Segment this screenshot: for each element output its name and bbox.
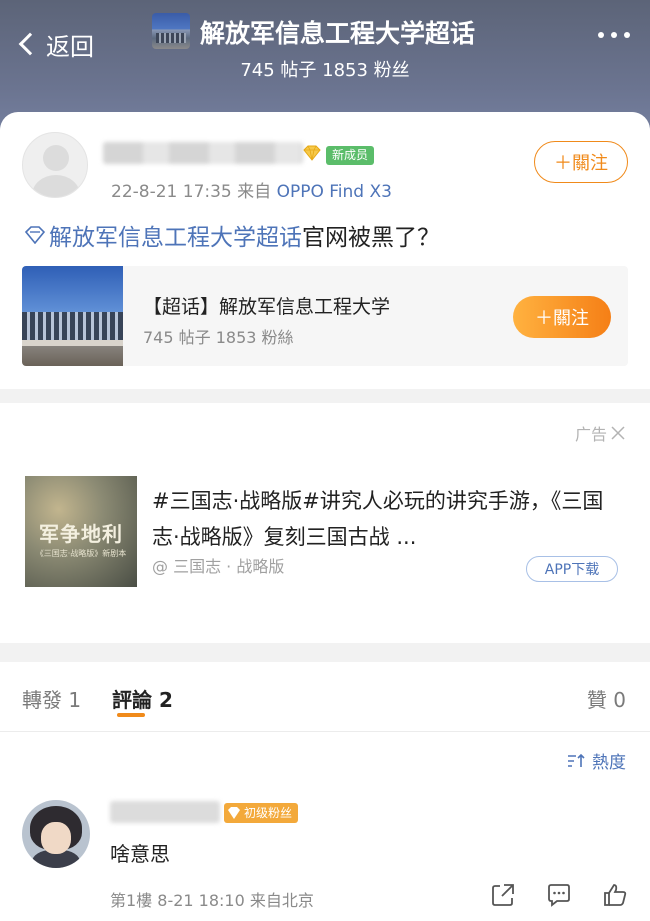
diamond-icon: [303, 145, 321, 161]
topic-logo: [152, 13, 190, 49]
username-blurred[interactable]: [103, 142, 303, 164]
topic-diamond-icon: [24, 226, 46, 244]
comment-actions: [490, 882, 628, 908]
share-icon[interactable]: [490, 882, 516, 908]
topic-title: 解放军信息工程大学超话: [200, 19, 476, 48]
post-time: 22-8-21 17:35 来自: [111, 182, 277, 202]
fan-badge-icon: [228, 807, 240, 819]
comments-section: 熱度 初级粉丝 啥意思 第1樓 8-21 18:10 来自北京: [0, 732, 650, 921]
like-icon[interactable]: [602, 882, 628, 908]
chevron-left-icon: [18, 32, 42, 56]
tab-comment[interactable]: 評論 2: [112, 684, 173, 713]
ad-thumb-caption: 军争地利: [39, 522, 123, 546]
sort-label: 熱度: [592, 753, 626, 773]
new-member-badge: 新成员: [326, 146, 375, 165]
topic-card-stats: 745 帖子 1853 粉絲: [143, 328, 294, 347]
fan-level-label: 初级粉丝: [244, 806, 293, 820]
topic-card-thumbnail: [22, 266, 123, 366]
topic-stats: 745 帖子 1853 粉丝: [240, 60, 410, 81]
sort-button[interactable]: 熱度: [566, 748, 626, 773]
comment-meta: 第1樓 8-21 18:10 来自北京: [110, 891, 314, 910]
app-download-button[interactable]: APP下载: [526, 556, 618, 582]
ad-thumb-subcaption: 《三国志·战略版》新剧本: [35, 549, 127, 558]
follow-topic-button[interactable]: ＋關注: [513, 296, 611, 338]
close-icon: [611, 426, 625, 440]
comment-username-blurred[interactable]: [110, 801, 220, 823]
post-card: 新成员 22-8-21 17:35 来自 OPPO Find X3 ＋關注 解放…: [0, 112, 650, 389]
comment-icon[interactable]: [546, 882, 572, 908]
tab-repost[interactable]: 轉發 1: [22, 684, 81, 713]
post-meta: 22-8-21 17:35 来自 OPPO Find X3: [111, 177, 392, 202]
post-source[interactable]: OPPO Find X3: [277, 182, 392, 202]
avatar[interactable]: [22, 132, 88, 198]
active-tab-indicator: [117, 713, 145, 717]
follow-user-button[interactable]: ＋關注: [534, 141, 628, 183]
interaction-tabs: 轉發 1 評論 2 贊 0: [0, 662, 650, 732]
ad-text[interactable]: #三国志·战略版#讲究人必玩的讲究手游，《三国志·战略版》复刻三国古战 ...: [152, 483, 614, 555]
fan-level-badge: 初级粉丝: [224, 803, 299, 823]
ad-thumbnail[interactable]: 军争地利 《三国志·战略版》新剧本: [25, 476, 137, 587]
more-dots-icon[interactable]: [598, 32, 630, 38]
ad-close[interactable]: 广告: [575, 421, 626, 445]
topic-card-title: 【超话】解放军信息工程大学: [143, 296, 391, 318]
tab-like[interactable]: 贊 0: [587, 684, 626, 713]
sort-icon: [568, 753, 585, 767]
post-text-tail: 官网被黑了？: [302, 225, 440, 251]
topic-card[interactable]: 【超话】解放军信息工程大学 745 帖子 1853 粉絲 ＋關注: [22, 266, 628, 366]
ad-label: 广告: [574, 425, 607, 444]
ad-card[interactable]: 广告 军争地利 《三国志·战略版》新剧本 #三国志·战略版#讲究人必玩的讲究手游…: [0, 403, 650, 643]
ad-source[interactable]: @ 三国志 · 战略版: [152, 553, 284, 577]
comment-avatar[interactable]: [22, 800, 90, 868]
topic-link[interactable]: 解放军信息工程大学超话: [49, 218, 302, 252]
post-text: 解放军信息工程大学超话 官网被黑了？: [24, 218, 440, 252]
comment-text: 啥意思: [110, 842, 170, 866]
